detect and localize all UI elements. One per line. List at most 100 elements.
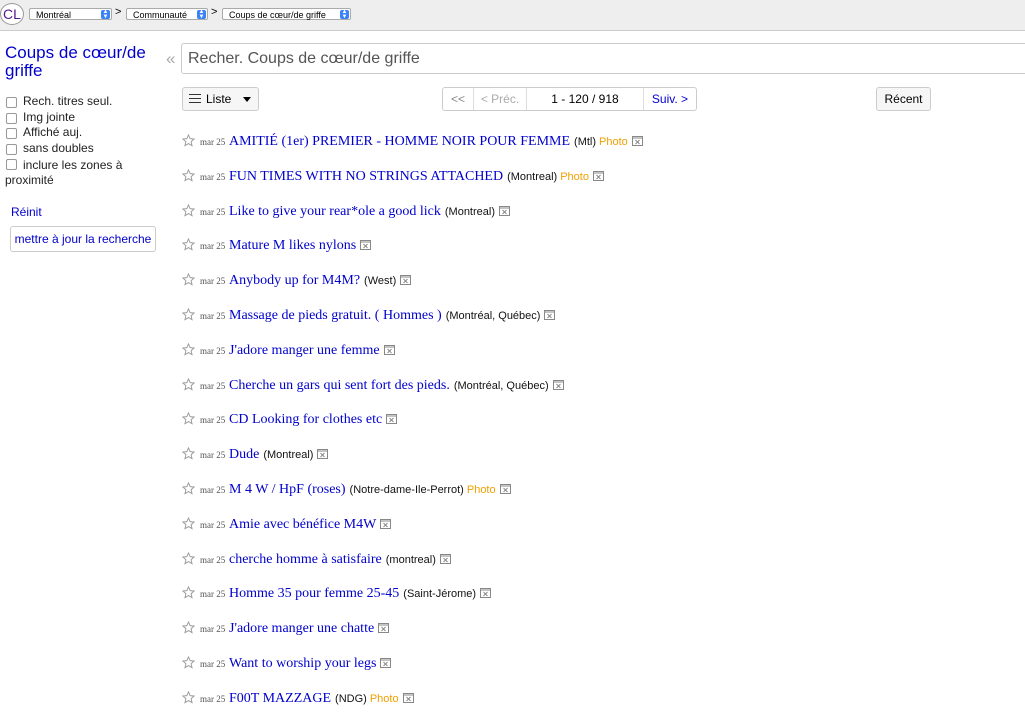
filter-titles-only[interactable]: Rech. titres seul. (5, 94, 165, 110)
favorite-star-icon[interactable] (181, 307, 196, 321)
result-row: mar 25 J'adore manger une femme (181, 341, 1022, 376)
result-row: mar 25 CD Looking for clothes etc (181, 410, 1022, 445)
favorite-star-icon[interactable] (181, 620, 196, 634)
search-input[interactable]: Recher. Coups de cœur/de griffe (181, 43, 1025, 74)
favorite-star-icon[interactable] (181, 377, 196, 391)
craigslist-logo[interactable]: CL (0, 3, 24, 25)
hide-posting-icon[interactable] (380, 655, 392, 668)
result-row: mar 25 Anybody up for M4M? (West) (181, 271, 1022, 306)
hide-posting-icon[interactable] (439, 551, 451, 564)
result-row: mar 25 M 4 W / HpF (roses) (Notre-dame-Ile… (181, 480, 1022, 515)
reset-link[interactable]: Réinit (11, 205, 42, 219)
result-neighborhood: (Notre-dame-Ile-Perrot) (349, 483, 464, 496)
checkbox[interactable] (6, 97, 17, 108)
result-info: J'adore manger une femme (229, 341, 395, 359)
breadcrumb-subcategory-label: Coups de cœur/de griffe (229, 10, 326, 20)
result-title-link[interactable]: Dude (229, 447, 259, 463)
hide-posting-icon[interactable] (544, 307, 556, 320)
hide-posting-icon[interactable] (400, 272, 412, 286)
favorite-star-icon[interactable] (181, 412, 196, 426)
result-row: mar 25 J'adore manger une chatte (181, 619, 1022, 654)
favorite-star-icon[interactable] (181, 133, 196, 147)
hide-posting-icon[interactable] (378, 620, 390, 634)
result-title-link[interactable]: Amie avec bénéfice M4W (229, 517, 376, 533)
result-neighborhood: (West) (364, 275, 397, 288)
result-date: mar 25 (200, 171, 226, 182)
result-row: mar 25 Dude (Montreal) (181, 445, 1022, 480)
hide-posting-icon[interactable] (317, 446, 329, 460)
breadcrumb-separator: > (115, 6, 122, 18)
favorite-star-icon[interactable] (181, 342, 196, 356)
hide-posting-icon[interactable] (592, 168, 604, 181)
result-title-link[interactable]: J'adore manger une chatte (229, 621, 374, 637)
result-title-link[interactable]: Like to give your rear*ole a good lick (229, 204, 441, 220)
result-title-link[interactable]: Massage de pieds gratuit. ( Hommes ) (229, 308, 442, 324)
result-title-link[interactable]: CD Looking for clothes etc (229, 412, 382, 428)
result-range: 1 - 120 / 918 (527, 88, 644, 110)
hide-posting-icon[interactable] (499, 203, 510, 216)
favorite-star-icon[interactable] (181, 238, 196, 252)
result-title-link[interactable]: AMITIÉ (1er) PREMIER - HOMME NOIR POUR F… (229, 134, 570, 150)
result-title-link[interactable]: Mature M likes nylons (229, 238, 356, 254)
filter-has-image[interactable]: Img jointe (5, 110, 165, 126)
breadcrumb-separator: > (211, 6, 218, 18)
favorite-star-icon[interactable] (181, 655, 196, 669)
view-mode-dropdown[interactable]: Liste (182, 87, 259, 111)
hide-posting-icon[interactable] (360, 237, 372, 251)
result-title-link[interactable]: Homme 35 pour femme 25-45 (229, 586, 399, 602)
result-row: mar 25 Mature M likes nylons (181, 236, 1022, 271)
prev-page-button[interactable]: < Préc. (474, 88, 527, 110)
hide-posting-icon[interactable] (402, 690, 414, 703)
favorite-star-icon[interactable] (181, 586, 196, 600)
favorite-star-icon[interactable] (181, 481, 196, 495)
result-title-link[interactable]: F00T MAZZAGE (229, 691, 331, 707)
result-neighborhood: (Montreal) (263, 449, 314, 462)
filter-nearby-areas[interactable]: inclure les zones à proximité (5, 156, 165, 188)
favorite-star-icon[interactable] (181, 446, 196, 460)
result-date: mar 25 (200, 137, 226, 147)
update-search-button[interactable]: mettre à jour la recherche (10, 226, 156, 252)
result-title-link[interactable]: Want to worship your legs (229, 656, 376, 672)
result-title-link[interactable]: cherche homme à satisfaire (229, 552, 382, 568)
hide-posting-icon[interactable] (386, 411, 398, 425)
sort-button[interactable]: Récent (876, 87, 931, 111)
result-info: M 4 W / HpF (roses) (Notre-dame-Ile-Perro… (229, 480, 511, 498)
first-page-button[interactable]: << (443, 88, 474, 110)
hide-posting-icon[interactable] (552, 377, 564, 390)
filter-label: Affiché auj. (23, 125, 83, 139)
checkbox[interactable] (6, 128, 17, 139)
checkbox[interactable] (6, 143, 17, 155)
hide-posting-icon[interactable] (380, 516, 392, 529)
favorite-star-icon[interactable] (181, 168, 196, 182)
hide-posting-icon[interactable] (383, 342, 395, 355)
filter-posted-today[interactable]: Affiché auj. (5, 125, 165, 141)
next-page-button[interactable]: Suiv. > (644, 88, 696, 110)
result-row: mar 25 Amie avec bénéfice M4W (181, 515, 1022, 550)
breadcrumb-category-select[interactable]: Communauté ▲ ▼ (126, 8, 208, 20)
result-title-link[interactable]: Anybody up for M4M? (229, 273, 360, 289)
favorite-star-icon[interactable] (181, 690, 196, 704)
result-title-link[interactable]: FUN TIMES WITH NO STRINGS ATTACHED (229, 169, 503, 185)
favorite-star-icon[interactable] (181, 516, 196, 530)
breadcrumb-subcategory-select[interactable]: Coups de cœur/de griffe ▲ ▼ (222, 8, 351, 20)
favorite-star-icon[interactable] (181, 203, 196, 217)
result-info: Cherche un gars qui sent fort des pieds.… (229, 376, 564, 394)
result-date: mar 25 (200, 658, 226, 669)
result-title-link[interactable]: Cherche un gars qui sent fort des pieds. (229, 378, 450, 394)
collapse-sidebar-icon[interactable]: « (166, 49, 175, 69)
filter-no-duplicates[interactable]: sans doubles (5, 141, 165, 157)
select-arrows-icon: ▲ ▼ (101, 9, 110, 20)
breadcrumb-city-select[interactable]: Montréal ▲ ▼ (29, 8, 112, 20)
result-title-link[interactable]: M 4 W / HpF (roses) (229, 482, 346, 498)
favorite-star-icon[interactable] (181, 272, 196, 286)
result-info: cherche homme à satisfaire (montreal) (229, 550, 451, 568)
hide-posting-icon[interactable] (499, 481, 511, 494)
result-title-link[interactable]: J'adore manger une femme (229, 343, 380, 359)
result-neighborhood: (Montréal, Québec) (453, 379, 549, 392)
checkbox[interactable] (6, 159, 17, 170)
hide-posting-icon[interactable] (631, 133, 643, 146)
favorite-star-icon[interactable] (181, 551, 196, 565)
result-info: J'adore manger une chatte (229, 619, 390, 637)
checkbox[interactable] (6, 112, 17, 124)
hide-posting-icon[interactable] (480, 585, 492, 599)
